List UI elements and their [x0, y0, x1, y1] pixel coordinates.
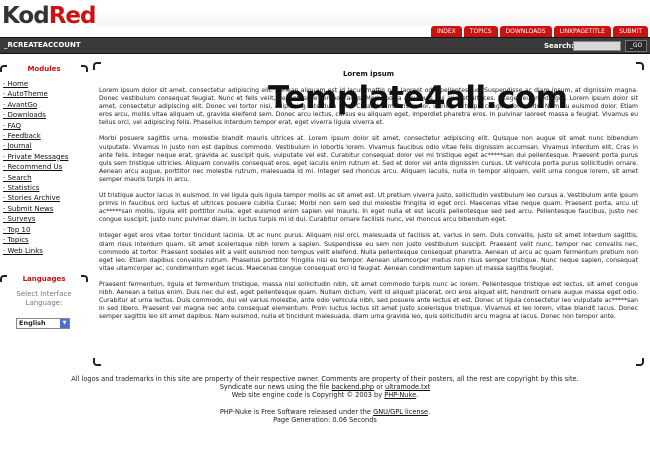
corner-decoration	[0, 65, 7, 72]
header-stripe	[95, 0, 650, 26]
top-bar: _RCREATEACCOUNT Search: _GO	[0, 37, 650, 54]
nav-tab-links[interactable]: LINKPAGETITLE	[553, 26, 612, 37]
module-link-stories-archive[interactable]: Stories Archive	[3, 193, 88, 203]
module-link-recommend-us[interactable]: Recommend Us	[3, 162, 88, 172]
nav-tab-topics[interactable]: TOPICS	[463, 26, 498, 37]
phpnuke-link[interactable]: PHP-Nuke	[384, 391, 416, 399]
footer-text: Web site engine code is Copyright © 2003…	[231, 391, 385, 400]
module-link-submit-news[interactable]: Submit News	[3, 204, 88, 214]
backend-link[interactable]: backend.php	[332, 383, 375, 391]
footer-syndicate-line: Syndicate our news using the file backen…	[0, 383, 650, 391]
module-link-web-links[interactable]: Web Links	[3, 246, 88, 256]
nav-tab-downloads[interactable]: Downloads	[499, 26, 552, 37]
footer-license-line: PHP-Nuke is Free Software released under…	[0, 408, 650, 416]
footer-text: Syndicate our news using the file	[219, 383, 332, 392]
page-generation-time: Page Generation: 0.06 Seconds	[273, 415, 377, 424]
module-link-top-10[interactable]: Top 10	[3, 225, 88, 235]
article-paragraph: Integer eget eros vitae tortor tincidunt…	[99, 232, 638, 272]
nav-tab-index[interactable]: INDEX	[431, 26, 462, 37]
footer-copyright-line: All logos and trademarks in this site ar…	[71, 375, 579, 383]
module-link-downloads[interactable]: Downloads	[3, 110, 88, 120]
module-link-surveys[interactable]: Surveys	[3, 214, 88, 224]
site-header: Kod Red INDEX TOPICS Downloads LINKPAGETI…	[0, 0, 650, 37]
language-select[interactable]: English ▼	[16, 318, 70, 329]
footer-text: PHP-Nuke is Free Software released under…	[219, 407, 374, 416]
go-button[interactable]: _GO	[625, 40, 647, 52]
corner-decoration	[636, 358, 644, 366]
footer-text: .	[416, 391, 419, 400]
article-paragraph: Praesent fermentum, ligula et fermentum …	[99, 280, 638, 321]
top-nav: INDEX TOPICS Downloads LINKPAGETITLE SUB…	[431, 26, 648, 37]
article-paragraph: Morbi posuere sagittis urna, molestie bl…	[99, 135, 638, 183]
module-link-home[interactable]: Home	[3, 79, 88, 89]
nav-tab-submit[interactable]: SUBMIT	[613, 26, 648, 37]
languages-block: Languages Select Interface Language: Eng…	[0, 272, 88, 362]
footer-spacer	[0, 400, 650, 408]
corner-decoration	[93, 358, 101, 366]
module-link-search[interactable]: Search	[3, 173, 88, 183]
module-link-topics[interactable]: Topics	[3, 235, 88, 245]
ultramode-link[interactable]: ultramode.txt	[385, 383, 430, 391]
logo-text-part1: Kod	[2, 3, 50, 29]
module-link-faq[interactable]: FAQ	[3, 121, 88, 131]
left-sidebar: Modules Home AutoTheme AvantGo Downloads…	[0, 62, 88, 368]
article-paragraph: Ut tristique auctor lacus in euismod. In…	[99, 192, 638, 224]
search-input[interactable]	[573, 41, 621, 51]
article-title: Lorem ipsum	[342, 70, 395, 78]
footer-text: .	[428, 407, 431, 416]
modules-title: Modules	[27, 65, 61, 73]
modules-block-header: Modules	[0, 62, 88, 76]
search-label: Search:	[544, 42, 574, 50]
module-link-autotheme[interactable]: AutoTheme	[3, 89, 88, 99]
module-link-journal[interactable]: Journal	[3, 141, 88, 151]
modules-list: Home AutoTheme AvantGo Downloads FAQ Fee…	[0, 79, 88, 256]
corner-decoration	[81, 275, 88, 282]
site-footer: All logos and trademarks in this site ar…	[0, 375, 650, 424]
languages-title: Languages	[22, 275, 66, 283]
corner-decoration	[81, 65, 88, 72]
language-selected-value: English	[19, 319, 46, 327]
footer-engine-line: Web site engine code is Copyright © 2003…	[0, 391, 650, 399]
language-prompt: Select Interface Language:	[0, 290, 88, 308]
watermark-text: Template4all.com	[268, 80, 568, 116]
logo-text-part2: Red	[48, 3, 97, 29]
module-link-private-messages[interactable]: Private Messages	[3, 152, 88, 162]
module-link-statistics[interactable]: Statistics	[3, 183, 88, 193]
corner-decoration	[93, 62, 101, 70]
corner-decoration	[636, 62, 644, 70]
footer-text: or	[374, 383, 386, 392]
site-logo[interactable]: Kod Red	[2, 2, 97, 33]
chevron-down-icon[interactable]: ▼	[60, 319, 69, 328]
corner-decoration	[0, 275, 7, 282]
language-prompt-line2: Language:	[25, 299, 63, 307]
create-account-link[interactable]: _RCREATEACCOUNT	[4, 41, 81, 49]
module-link-avantgo[interactable]: AvantGo	[3, 100, 88, 110]
languages-block-header: Languages	[0, 272, 88, 286]
language-prompt-line1: Select Interface	[16, 290, 72, 298]
module-link-feedback[interactable]: Feedback	[3, 131, 88, 141]
gpl-license-link[interactable]: GNU/GPL license	[373, 408, 428, 416]
